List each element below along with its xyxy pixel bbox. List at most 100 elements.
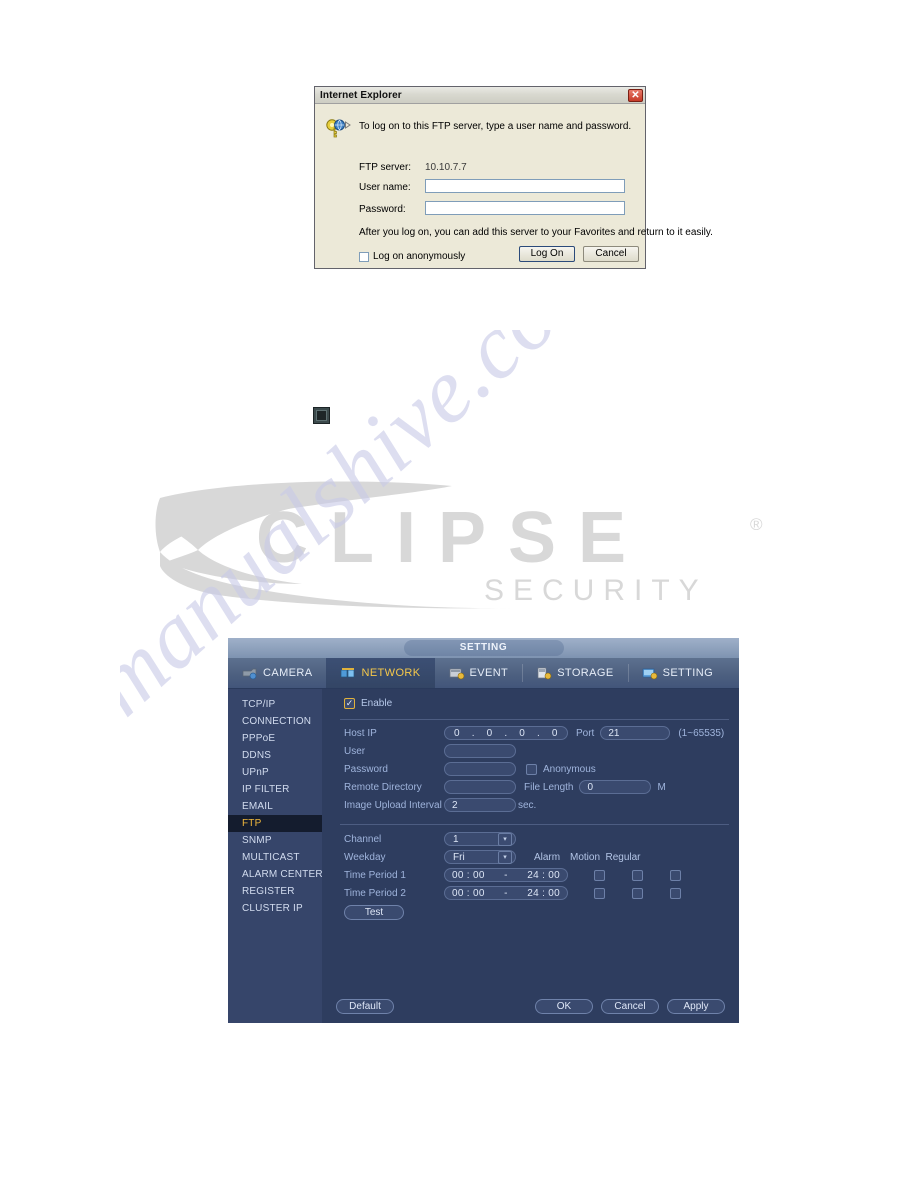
dialog-title: Internet Explorer [320, 89, 402, 101]
time-period-1-start: 00 : 00 [452, 869, 485, 881]
sidebar-item-connection[interactable]: CONNECTION [228, 713, 322, 730]
sidebar-item-cluster-ip[interactable]: CLUSTER IP [228, 900, 322, 917]
dvr-footer-buttons: Default OK Cancel Apply [336, 999, 725, 1014]
ftp-server-value: 10.10.7.7 [425, 162, 467, 173]
cancel-button[interactable]: Cancel [601, 999, 659, 1014]
internet-explorer-ftp-login-dialog: Internet Explorer ✕ To log on to this FT… [314, 86, 713, 269]
sidebar-item-alarm-center[interactable]: ALARM CENTER [228, 866, 323, 883]
time-period-1-input[interactable]: 00 : 00 - 24 : 00 [444, 868, 568, 882]
tp2-alarm-checkbox[interactable] [593, 887, 605, 899]
anonymous-checkbox[interactable] [526, 763, 537, 775]
sidebar-item-upnp[interactable]: UPnP [228, 764, 322, 781]
host-ip-input[interactable]: 0 . 0 . 0 . 0 [444, 726, 568, 740]
dvr-main-area: TCP/IP CONNECTION PPPoE DDNS UPnP IP FIL… [228, 689, 739, 1023]
chevron-down-icon[interactable]: ▾ [498, 850, 512, 864]
chevron-down-icon[interactable]: ▾ [498, 832, 512, 846]
log-on-anonymously-checkbox-row[interactable]: Log on anonymously [359, 251, 465, 262]
time-period-2-input[interactable]: 00 : 00 - 24 : 00 [444, 886, 568, 900]
tp2-regular-checkbox[interactable] [669, 887, 681, 899]
dialog-titlebar: Internet Explorer ✕ [315, 87, 645, 104]
close-icon[interactable]: ✕ [628, 88, 643, 102]
enable-row: ✓ Enable [344, 698, 392, 709]
dvr-setting-window: SETTING CAMERA NETWORK EVENT STORAGE SET… [228, 638, 739, 1023]
tp1-motion-checkbox[interactable] [631, 869, 643, 881]
eclipse-logo-watermark: CLIPSE SECURITY ® [152, 478, 782, 613]
image-upload-interval-input[interactable]: 2 [444, 798, 516, 812]
host-ip-label: Host IP [344, 727, 377, 739]
default-button[interactable]: Default [336, 999, 394, 1014]
sidebar-item-email[interactable]: EMAIL [228, 798, 322, 815]
weekday-label: Weekday [344, 851, 386, 863]
tab-event-label: EVENT [469, 667, 509, 679]
host-ip-sep-1: . [471, 727, 475, 739]
sidebar-item-ip-filter[interactable]: IP FILTER [228, 781, 322, 798]
setting-icon [642, 668, 657, 679]
file-length-input[interactable]: 0 [579, 780, 652, 794]
user-row: User [344, 744, 731, 758]
time-period-2-row: Time Period 2 00 : 00 - 24 : 00 [344, 886, 731, 900]
sidebar-item-ftp[interactable]: FTP [228, 815, 322, 832]
user-input[interactable] [444, 744, 516, 758]
sidebar-item-pppoe[interactable]: PPPoE [228, 730, 322, 747]
file-length-label: File Length [524, 781, 574, 793]
password-input[interactable] [425, 201, 625, 215]
tp1-regular-checkbox[interactable] [669, 869, 681, 881]
user-label: User [344, 745, 366, 757]
dialog-body: To log on to this FTP server, type a use… [315, 104, 713, 268]
weekday-select[interactable]: Fri ▾ [444, 850, 516, 864]
host-ip-octet-4: 0 [551, 727, 558, 739]
divider-middle [340, 824, 729, 825]
sidebar-item-ddns[interactable]: DDNS [228, 747, 322, 764]
host-ip-sep-3: . [536, 727, 541, 739]
host-ip-octet-3: 0 [519, 727, 526, 739]
log-on-anonymously-checkbox[interactable] [359, 251, 369, 262]
schedule-column-headers: Alarm Motion Regular [528, 852, 642, 863]
image-upload-interval-unit: sec. [518, 799, 537, 811]
time-period-2-checkboxes [580, 887, 694, 899]
image-upload-interval-row: Image Upload Interval 2 sec. [344, 798, 731, 812]
log-on-button[interactable]: Log On [519, 246, 575, 262]
log-on-anonymously-label: Log on anonymously [373, 251, 466, 262]
port-label: Port [576, 727, 595, 739]
tab-setting[interactable]: SETTING [627, 658, 727, 688]
tab-storage[interactable]: STORAGE [522, 658, 627, 688]
remote-directory-input[interactable] [444, 780, 516, 794]
username-input[interactable] [425, 179, 625, 193]
dvr-titlebar: SETTING [228, 638, 739, 658]
dialog-button-row: Log On Cancel [519, 246, 639, 262]
sidebar-item-register[interactable]: REGISTER [228, 883, 322, 900]
key-globe-icon [326, 119, 351, 138]
apply-button[interactable]: Apply [667, 999, 725, 1014]
cancel-button[interactable]: Cancel [583, 246, 639, 262]
time-period-1-end: 24 : 00 [527, 869, 560, 881]
sidebar-item-tcpip[interactable]: TCP/IP [228, 696, 322, 713]
time-period-2-end: 24 : 00 [527, 887, 560, 899]
dvr-sidebar: TCP/IP CONNECTION PPPoE DDNS UPnP IP FIL… [228, 689, 323, 1023]
tab-network[interactable]: NETWORK [326, 658, 435, 688]
square-icon-inner [316, 410, 327, 421]
test-button[interactable]: Test [344, 905, 404, 920]
sidebar-item-snmp[interactable]: SNMP [228, 832, 322, 849]
ftp-server-label: FTP server: [359, 162, 412, 173]
username-label: User name: [359, 182, 411, 193]
tab-event[interactable]: EVENT [435, 658, 523, 688]
svg-text:®: ® [750, 515, 763, 534]
channel-select[interactable]: 1 ▾ [444, 832, 516, 846]
sidebar-item-multicast[interactable]: MULTICAST [228, 849, 322, 866]
host-ip-row: Host IP 0 . 0 . 0 . 0 Port 21 (1~65535) [344, 726, 731, 740]
port-input[interactable]: 21 [600, 726, 671, 740]
dialog-note-text: After you log on, you can add this serve… [359, 227, 713, 238]
enable-checkbox[interactable]: ✓ [344, 698, 355, 709]
enable-label: Enable [361, 698, 393, 709]
tab-camera-label: CAMERA [263, 667, 313, 679]
password-input[interactable] [444, 762, 516, 776]
tp1-alarm-checkbox[interactable] [593, 869, 605, 881]
tp2-motion-checkbox[interactable] [631, 887, 643, 899]
port-range-hint: (1~65535) [678, 727, 725, 739]
time-period-1-checkboxes [580, 869, 694, 881]
small-square-button-icon[interactable] [313, 407, 330, 424]
column-header-alarm: Alarm [533, 851, 561, 863]
tab-camera[interactable]: CAMERA [228, 658, 326, 688]
ok-button[interactable]: OK [535, 999, 593, 1014]
tab-storage-label: STORAGE [557, 667, 614, 679]
